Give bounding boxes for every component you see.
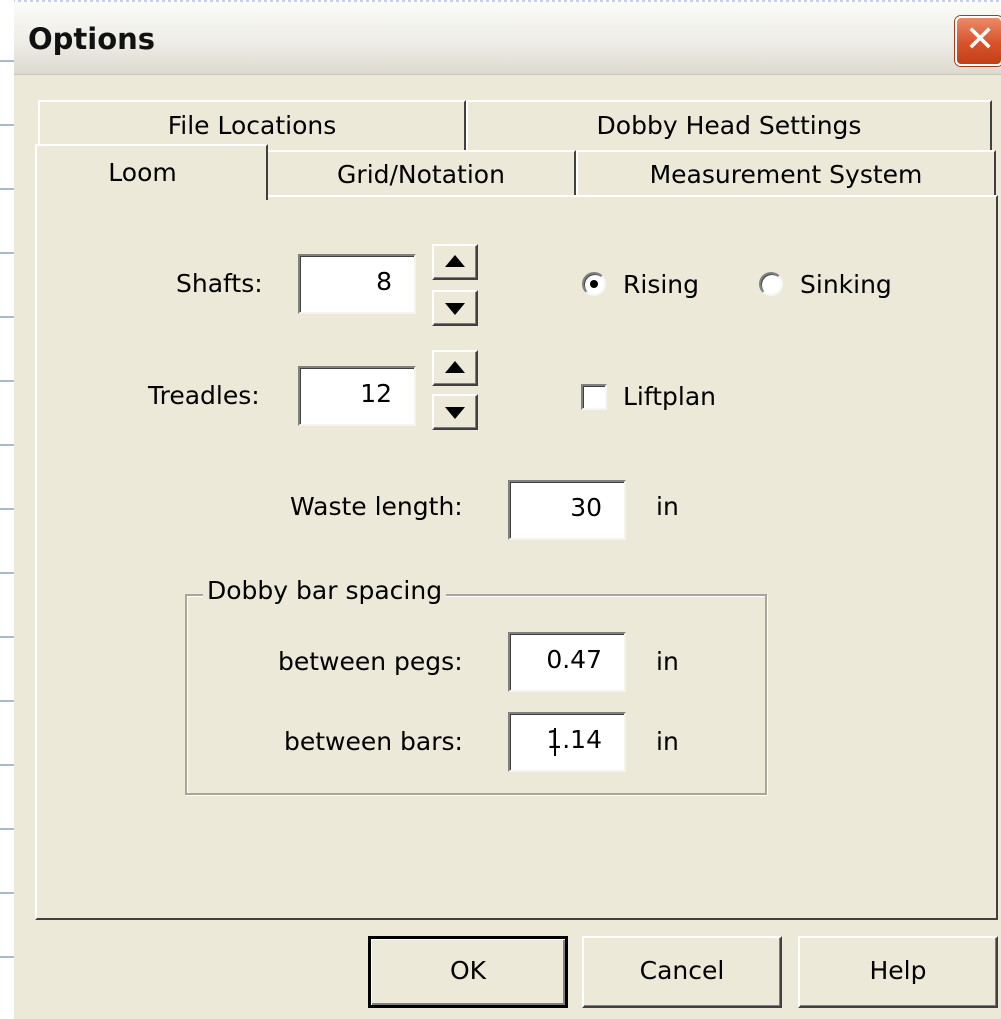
- radio-selected-dot: [590, 280, 598, 288]
- sinking-radio[interactable]: [759, 272, 783, 296]
- shafts-up-button[interactable]: [432, 244, 478, 280]
- tab-dobby-head-settings[interactable]: Dobby Head Settings: [466, 100, 992, 150]
- tab-label: Dobby Head Settings: [596, 111, 862, 140]
- cancel-button[interactable]: Cancel: [582, 936, 782, 1008]
- rising-label[interactable]: Rising: [623, 270, 699, 299]
- tab-panel-loom: [35, 195, 998, 920]
- group-legend: Dobby bar spacing: [203, 576, 447, 605]
- liftplan-checkbox[interactable]: [581, 384, 607, 410]
- tab-loom[interactable]: Loom: [35, 144, 268, 200]
- rising-radio[interactable]: [582, 272, 606, 296]
- tab-file-locations[interactable]: File Locations: [38, 100, 466, 150]
- treadles-down-button[interactable]: [432, 394, 478, 430]
- between-bars-unit: in: [656, 727, 679, 756]
- shafts-input[interactable]: 8: [298, 254, 416, 314]
- close-icon: ✕: [965, 19, 996, 60]
- help-button[interactable]: Help: [798, 936, 998, 1008]
- between-pegs-label: between pegs:: [278, 647, 463, 676]
- text-caret: [554, 728, 556, 756]
- treadles-input[interactable]: 12: [298, 366, 416, 426]
- background-guides-left: [0, 0, 14, 1019]
- close-button[interactable]: ✕: [955, 16, 1001, 66]
- between-bars-input[interactable]: 1.14: [508, 712, 626, 772]
- tab-label: Measurement System: [649, 160, 923, 189]
- title-bar[interactable]: Options ✕: [14, 2, 1001, 75]
- waste-length-input[interactable]: 30: [508, 480, 626, 540]
- shafts-label: Shafts:: [176, 269, 263, 298]
- between-bars-label: between bars:: [284, 727, 463, 756]
- shafts-down-button[interactable]: [432, 290, 478, 326]
- treadles-label: Treadles:: [148, 381, 260, 410]
- tab-label: File Locations: [167, 111, 337, 140]
- sinking-label[interactable]: Sinking: [800, 270, 892, 299]
- tab-grid-notation[interactable]: Grid/Notation: [266, 150, 576, 197]
- arrow-down-icon: [445, 407, 465, 419]
- between-pegs-unit: in: [656, 647, 679, 676]
- treadles-up-button[interactable]: [432, 350, 478, 386]
- ok-button[interactable]: OK: [368, 936, 568, 1008]
- waste-length-label: Waste length:: [290, 492, 463, 521]
- options-dialog: Options ✕ File Locations Dobby Head Sett…: [14, 2, 1001, 1019]
- dialog-title: Options: [28, 22, 156, 56]
- arrow-down-icon: [445, 303, 465, 315]
- arrow-up-icon: [445, 361, 465, 373]
- tab-label: Loom: [108, 158, 177, 187]
- between-pegs-input[interactable]: 0.47: [508, 632, 626, 692]
- dobby-bar-spacing-group: Dobby bar spacing: [185, 576, 767, 795]
- tab-measurement-system[interactable]: Measurement System: [576, 150, 996, 197]
- liftplan-label[interactable]: Liftplan: [623, 382, 716, 411]
- waste-length-unit: in: [656, 492, 679, 521]
- arrow-up-icon: [445, 255, 465, 267]
- tab-label: Grid/Notation: [337, 160, 505, 189]
